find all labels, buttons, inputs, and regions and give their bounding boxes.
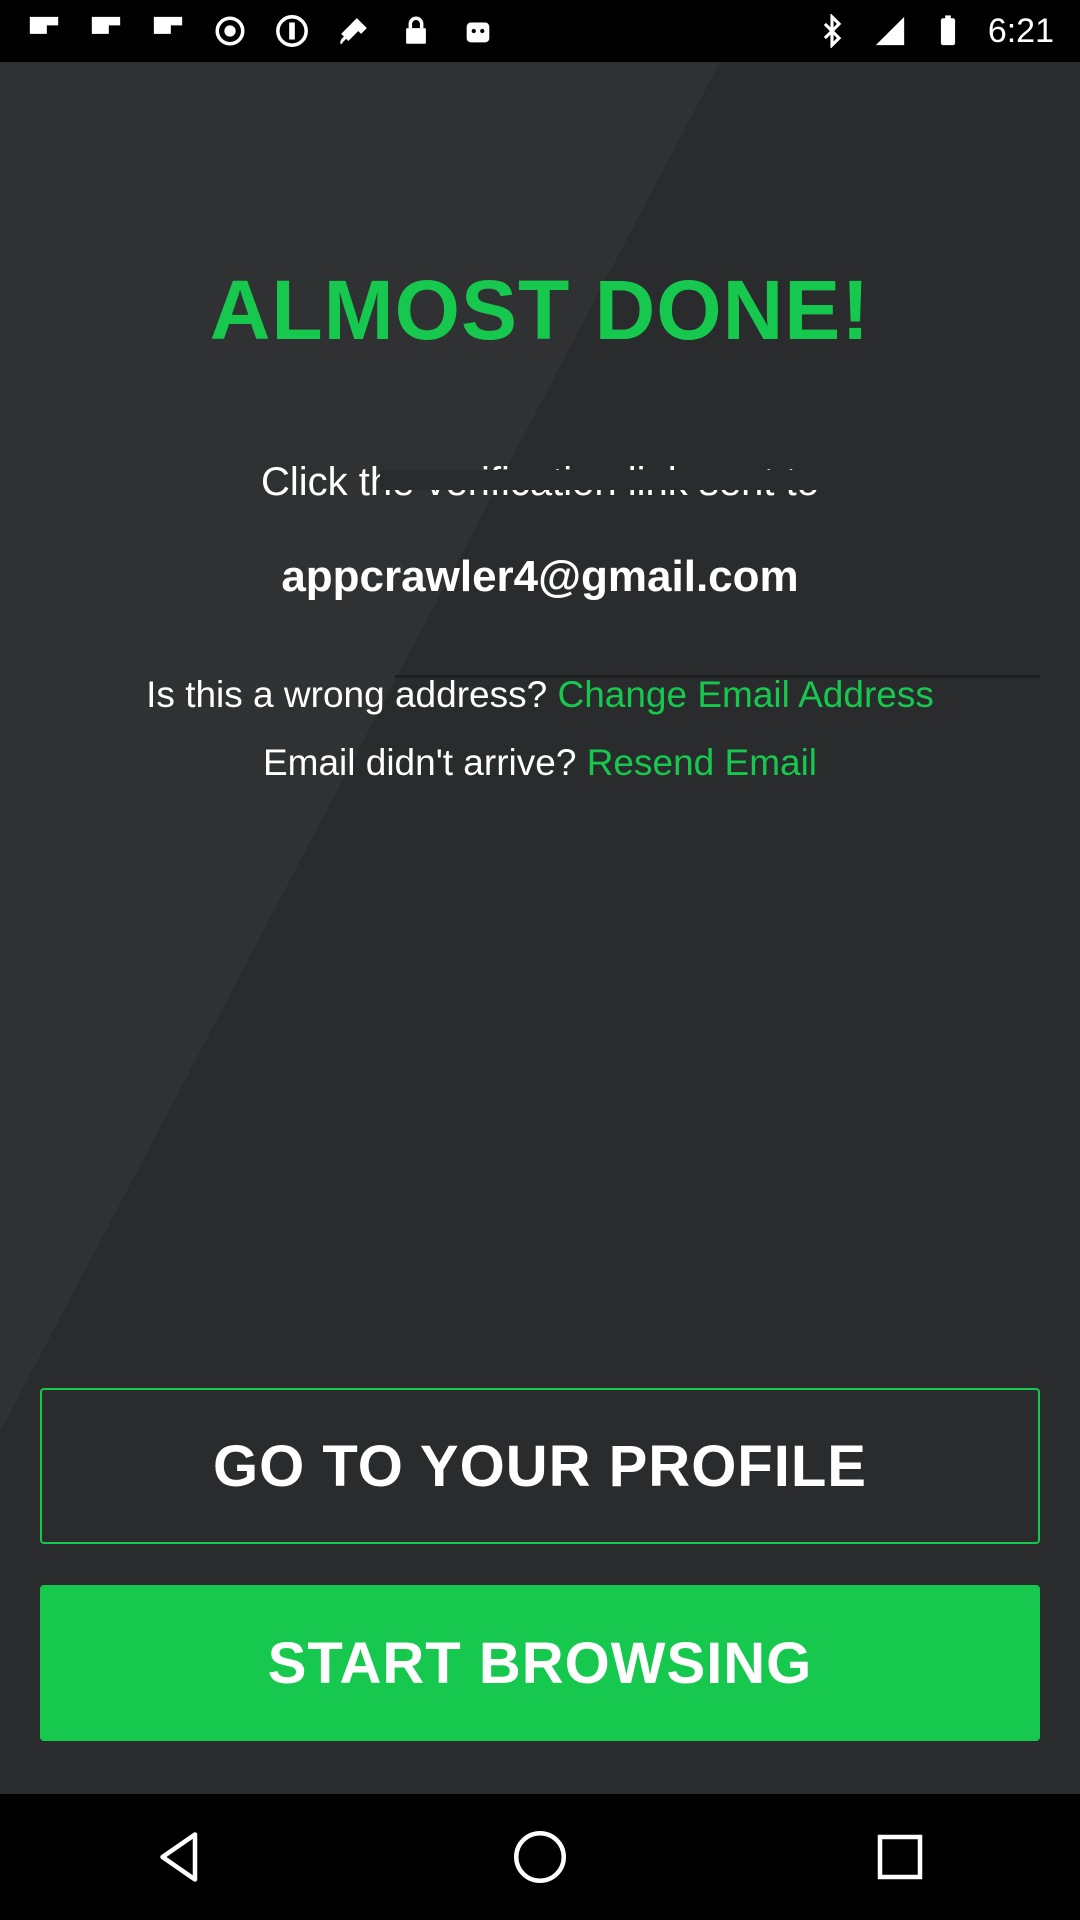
- instruction-clip: Click the verification link sent to: [170, 452, 1040, 498]
- status-right-icons: 6:21: [814, 12, 1054, 51]
- back-icon[interactable]: [135, 1812, 225, 1902]
- home-icon[interactable]: [495, 1812, 585, 1902]
- flipboard-icon: [150, 13, 186, 49]
- wrong-address-text: Is this a wrong address?: [146, 674, 548, 715]
- go-to-profile-button[interactable]: GO TO YOUR PROFILE: [40, 1388, 1040, 1544]
- status-time: 6:21: [987, 11, 1054, 50]
- record-icon: [212, 13, 248, 49]
- not-arrived-text: Email didn't arrive?: [262, 742, 577, 783]
- resend-row: Email didn't arrive? Resend Email: [0, 742, 1080, 784]
- start-browsing-button[interactable]: START BROWSING: [40, 1585, 1040, 1741]
- email-address: appcrawler4@gmail.com: [281, 552, 799, 601]
- page-title: ALMOST DONE!: [209, 263, 871, 357]
- verification-screen: ALMOST DONE! Click the verification link…: [0, 62, 1080, 1794]
- recents-icon[interactable]: [855, 1812, 945, 1902]
- navigation-bar: [0, 1794, 1080, 1920]
- flipboard-icon: [274, 13, 310, 49]
- android-icon: [460, 13, 496, 49]
- instruction-overlay: [380, 470, 1040, 490]
- battery-icon: [930, 13, 966, 49]
- flipboard-icon: [88, 13, 124, 49]
- wrong-address-row: Is this a wrong address? Change Email Ad…: [0, 674, 1080, 716]
- status-left-icons: [26, 13, 496, 49]
- screen: 6:21 ALMOST DONE! Click the verification…: [0, 0, 1080, 1920]
- bluetooth-icon: [814, 13, 850, 49]
- satellite-icon: [336, 13, 372, 49]
- flipboard-icon: [26, 13, 62, 49]
- change-email-link[interactable]: Change Email Address: [557, 674, 933, 715]
- signal-icon: [872, 13, 908, 49]
- resend-email-link[interactable]: Resend Email: [587, 742, 817, 783]
- lock-icon: [398, 13, 434, 49]
- status-bar: 6:21: [0, 0, 1080, 62]
